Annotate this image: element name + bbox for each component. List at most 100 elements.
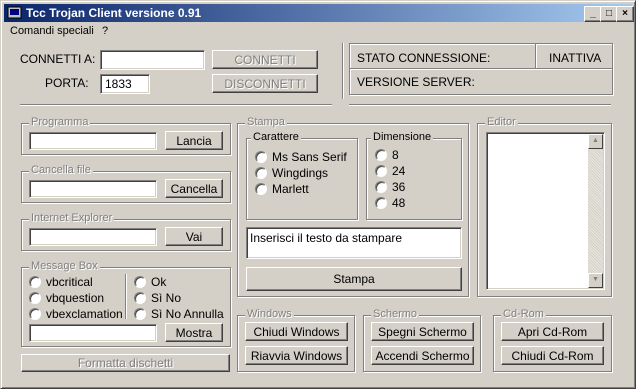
separator-right: [349, 104, 611, 106]
program-input[interactable]: [29, 132, 157, 150]
group-explorer-title: Internet Explorer: [29, 212, 115, 224]
open-cdrom-button[interactable]: Apri Cd-Rom: [501, 322, 604, 341]
port-input[interactable]: 1833: [100, 74, 150, 94]
radio-circle-icon: [375, 197, 387, 209]
radio-label: Marlett: [272, 182, 309, 196]
host-input[interactable]: [100, 50, 205, 70]
radio-circle-icon: [134, 276, 146, 288]
radio-label: Wingdings: [272, 166, 329, 180]
status-panel: STATO CONNESSIONE: INATTIVA VERSIONE SER…: [349, 43, 613, 95]
radio-circle-icon: [134, 308, 146, 320]
separator-left: [20, 104, 332, 106]
close-icon: ×: [622, 8, 628, 19]
connect-button[interactable]: CONNETTI: [212, 50, 318, 69]
radio-label: vbexclamation: [46, 307, 123, 321]
radio-circle-icon: [255, 183, 267, 195]
editor-textarea[interactable]: ▲ ▼: [486, 132, 605, 290]
menu-comandi-speciali[interactable]: Comandi speciali: [10, 25, 94, 37]
group-cdrom: Cd-Rom Apri Cd-Rom Chiudi Cd-Rom: [493, 308, 612, 372]
radio-size-36[interactable]: 36: [375, 180, 405, 194]
url-input[interactable]: [29, 228, 157, 246]
group-cdrom-title: Cd-Rom: [501, 308, 546, 320]
group-messagebox: Message Box vbcritical vbquestion vbexcl…: [21, 260, 231, 347]
maximize-icon: □: [605, 8, 613, 19]
radio-size-48[interactable]: 48: [375, 196, 405, 210]
main-window: Tcc Trojan Client versione 0.91 _ □ × Co…: [0, 0, 636, 389]
group-cancella: Cancella file Cancella: [21, 164, 231, 203]
delete-button[interactable]: Cancella: [165, 179, 223, 198]
radio-circle-icon: [29, 308, 41, 320]
go-button[interactable]: Vai: [165, 227, 223, 246]
group-stampa-title: Stampa: [245, 116, 287, 128]
scroll-up-icon[interactable]: ▲: [588, 134, 603, 149]
screen-off-button[interactable]: Spegni Schermo: [371, 322, 474, 341]
group-dimensione: Dimensione 8 24 36 48: [366, 131, 462, 220]
radio-circle-icon: [29, 276, 41, 288]
radio-font-ms-sans-serif[interactable]: Ms Sans Serif: [255, 150, 347, 164]
close-windows-button[interactable]: Chiudi Windows: [245, 322, 348, 341]
restart-windows-button[interactable]: Riavvia Windows: [245, 346, 348, 365]
status-label: STATO CONNESSIONE:: [357, 51, 491, 65]
radio-circle-icon: [29, 292, 41, 304]
title-bar[interactable]: Tcc Trojan Client versione 0.91 _ □ ×: [4, 4, 634, 22]
minimize-icon: _: [590, 8, 596, 19]
editor-scrollbar[interactable]: ▲ ▼: [588, 134, 603, 288]
radio-label: Sì No Annulla: [151, 307, 224, 321]
radio-font-wingdings[interactable]: Wingdings: [255, 166, 328, 180]
connect-label: CONNETTI A:: [20, 52, 96, 66]
close-cdrom-button[interactable]: Chiudi Cd-Rom: [501, 346, 604, 365]
disconnect-button[interactable]: DISCONNETTI: [212, 74, 318, 93]
launch-button[interactable]: Lancia: [165, 131, 223, 150]
radio-vbquestion[interactable]: vbquestion: [29, 291, 104, 305]
radio-circle-icon: [255, 167, 267, 179]
messagebox-divider: [125, 274, 127, 319]
message-input[interactable]: [29, 324, 157, 342]
radio-ok[interactable]: Ok: [134, 275, 166, 289]
radio-size-24[interactable]: 24: [375, 164, 405, 178]
window-title: Tcc Trojan Client versione 0.91: [26, 6, 202, 20]
format-floppy-button[interactable]: Formatta dischetti: [21, 354, 230, 372]
screen-on-button[interactable]: Accendi Schermo: [371, 346, 474, 365]
radio-label: 48: [392, 196, 406, 210]
radio-label: vbcritical: [46, 275, 93, 289]
delete-file-input[interactable]: [29, 180, 157, 198]
group-carattere: Carattere Ms Sans Serif Wingdings Marlet…: [246, 131, 358, 220]
radio-vbexclamation[interactable]: vbexclamation: [29, 307, 123, 321]
radio-label: Sì No: [151, 291, 182, 305]
menu-bar: Comandi speciali ?: [4, 23, 632, 41]
radio-font-marlett[interactable]: Marlett: [255, 182, 309, 196]
group-windows-title: Windows: [245, 308, 294, 320]
print-button[interactable]: Stampa: [246, 267, 462, 291]
close-button[interactable]: ×: [616, 6, 634, 22]
group-carattere-title: Carattere: [251, 131, 301, 143]
radio-label: 36: [392, 180, 406, 194]
scroll-down-icon[interactable]: ▼: [588, 273, 603, 288]
radio-circle-icon: [375, 165, 387, 177]
print-text-input[interactable]: Inserisci il testo da stampare: [246, 227, 462, 259]
group-programma: Programma Lancia: [21, 116, 231, 155]
radio-label: Ms Sans Serif: [272, 150, 347, 164]
group-cancella-title: Cancella file: [29, 164, 93, 176]
group-dimensione-title: Dimensione: [371, 131, 434, 143]
group-editor: Editor ▲ ▼: [477, 116, 612, 297]
status-value: INATTIVA: [549, 51, 602, 65]
port-label: PORTA:: [45, 76, 89, 90]
group-editor-title: Editor: [485, 116, 518, 128]
app-icon: [7, 6, 22, 19]
radio-si-no-annulla[interactable]: Sì No Annulla: [134, 307, 224, 321]
radio-size-8[interactable]: 8: [375, 148, 399, 162]
menu-help[interactable]: ?: [102, 25, 108, 37]
radio-si-no[interactable]: Sì No: [134, 291, 181, 305]
radio-vbcritical[interactable]: vbcritical: [29, 275, 93, 289]
group-messagebox-title: Message Box: [29, 260, 100, 272]
status-col-divider: [535, 44, 537, 68]
radio-circle-icon: [255, 151, 267, 163]
server-version-label: VERSIONE SERVER:: [357, 75, 475, 89]
radio-circle-icon: [375, 181, 387, 193]
separator-vertical: [342, 43, 344, 99]
radio-label: 8: [392, 148, 399, 162]
group-stampa: Stampa Carattere Ms Sans Serif Wingdings…: [237, 116, 469, 297]
group-programma-title: Programma: [29, 116, 91, 128]
show-button[interactable]: Mostra: [165, 323, 223, 342]
radio-circle-icon: [134, 292, 146, 304]
